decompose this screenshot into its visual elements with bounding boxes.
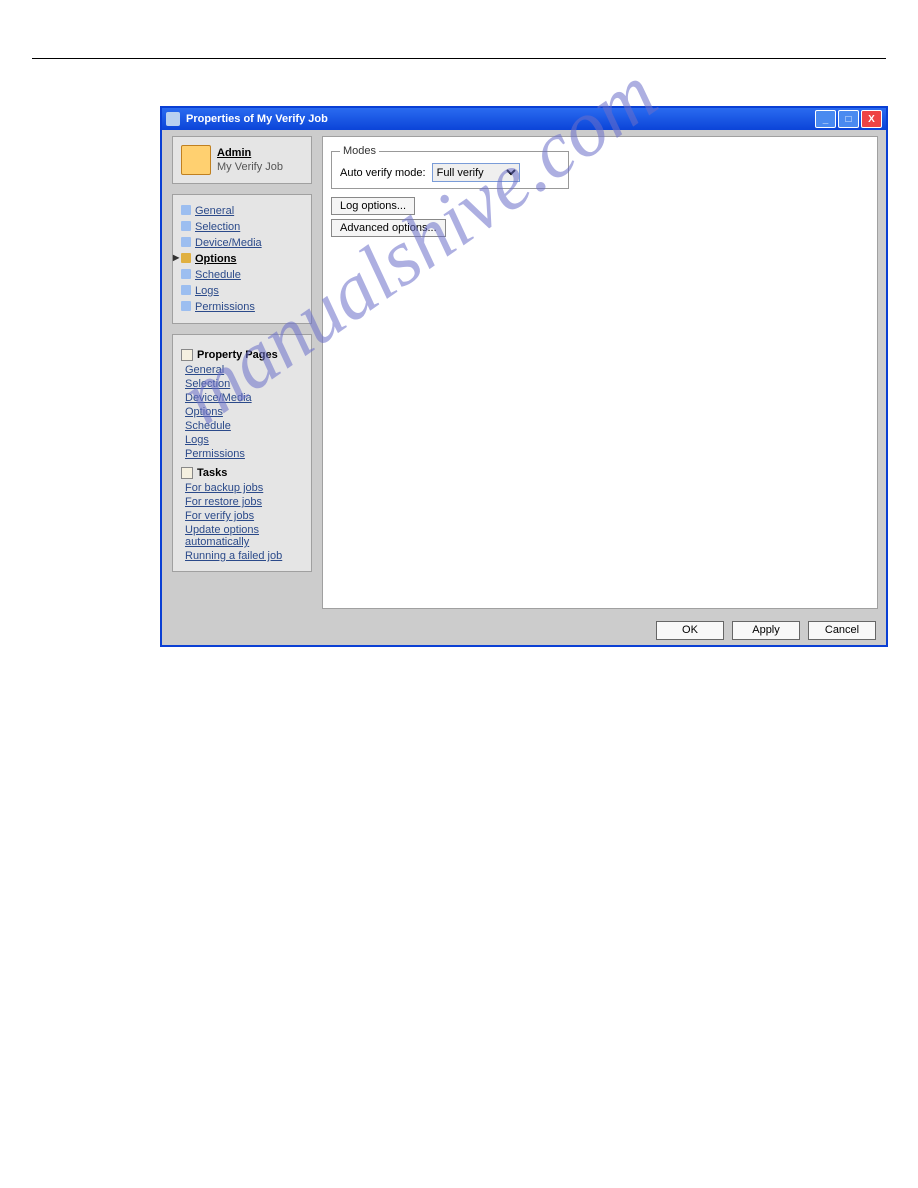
- properties-window: Properties of My Verify Job _ □ X Admin …: [160, 106, 888, 647]
- auto-verify-label: Auto verify mode:: [340, 167, 426, 179]
- maximize-button[interactable]: □: [838, 110, 859, 128]
- task-link-backup[interactable]: For backup jobs: [181, 481, 303, 495]
- admin-link[interactable]: Admin: [217, 147, 283, 159]
- task-link-failed-job[interactable]: Running a failed job: [181, 549, 303, 563]
- nav-panel: General Selection Device/Media Options S…: [172, 194, 312, 324]
- nav-item-general[interactable]: General: [181, 203, 303, 219]
- tasks-links: For backup jobs For restore jobs For ver…: [181, 481, 303, 563]
- cancel-button[interactable]: Cancel: [808, 621, 876, 640]
- ok-button[interactable]: OK: [656, 621, 724, 640]
- apply-button[interactable]: Apply: [732, 621, 800, 640]
- nav-link[interactable]: Options: [195, 253, 237, 265]
- job-icon: [181, 145, 211, 175]
- header-panel: Admin My Verify Job: [172, 136, 312, 184]
- nav-item-permissions[interactable]: Permissions: [181, 299, 303, 315]
- dialog-footer: OK Apply Cancel: [162, 615, 886, 645]
- modes-group: Modes Auto verify mode: Full verify: [331, 145, 569, 189]
- auto-verify-select[interactable]: Full verify: [432, 163, 520, 182]
- pp-link-schedule[interactable]: Schedule: [181, 419, 303, 433]
- task-link-update-auto[interactable]: Update options automatically: [181, 523, 303, 549]
- close-button[interactable]: X: [861, 110, 882, 128]
- nav-item-logs[interactable]: Logs: [181, 283, 303, 299]
- property-pages-heading: Property Pages: [181, 349, 303, 361]
- pp-link-general[interactable]: General: [181, 363, 303, 377]
- modes-legend: Modes: [340, 145, 379, 157]
- page-rule: [32, 58, 886, 59]
- pp-link-selection[interactable]: Selection: [181, 377, 303, 391]
- pp-link-device-media[interactable]: Device/Media: [181, 391, 303, 405]
- content-panel: Modes Auto verify mode: Full verify Log …: [322, 136, 878, 609]
- minimize-button[interactable]: _: [815, 110, 836, 128]
- nav-item-device-media[interactable]: Device/Media: [181, 235, 303, 251]
- nav-link[interactable]: Schedule: [195, 269, 241, 281]
- tasks-heading: Tasks: [181, 467, 303, 479]
- property-pages-links: General Selection Device/Media Options S…: [181, 363, 303, 461]
- nav-list: General Selection Device/Media Options S…: [181, 203, 303, 315]
- nav-item-schedule[interactable]: Schedule: [181, 267, 303, 283]
- log-options-button[interactable]: Log options...: [331, 197, 415, 215]
- window-icon: [166, 112, 180, 126]
- nav-item-options[interactable]: Options: [181, 251, 303, 267]
- pp-link-permissions[interactable]: Permissions: [181, 447, 303, 461]
- info-panel: Property Pages General Selection Device/…: [172, 334, 312, 572]
- task-link-restore[interactable]: For restore jobs: [181, 495, 303, 509]
- pp-link-logs[interactable]: Logs: [181, 433, 303, 447]
- pp-link-options[interactable]: Options: [181, 405, 303, 419]
- nav-item-selection[interactable]: Selection: [181, 219, 303, 235]
- nav-link[interactable]: Device/Media: [195, 237, 262, 249]
- nav-link[interactable]: Permissions: [195, 301, 255, 313]
- task-link-verify[interactable]: For verify jobs: [181, 509, 303, 523]
- nav-link[interactable]: Selection: [195, 221, 240, 233]
- left-column: Admin My Verify Job General Selection De…: [172, 136, 312, 582]
- window-title: Properties of My Verify Job: [186, 113, 813, 125]
- job-name-label: My Verify Job: [217, 161, 283, 173]
- advanced-options-button[interactable]: Advanced options...: [331, 219, 446, 237]
- titlebar[interactable]: Properties of My Verify Job _ □ X: [162, 108, 886, 130]
- nav-link[interactable]: General: [195, 205, 234, 217]
- window-body: Admin My Verify Job General Selection De…: [162, 130, 886, 615]
- nav-link[interactable]: Logs: [195, 285, 219, 297]
